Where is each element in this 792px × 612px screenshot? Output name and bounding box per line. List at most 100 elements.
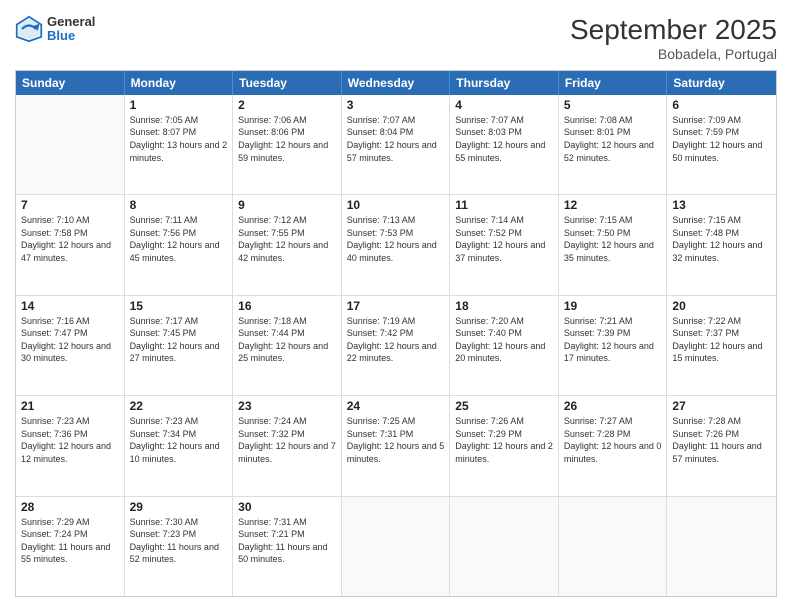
cell-info: Sunrise: 7:08 AMSunset: 8:01 PMDaylight:… [564, 114, 662, 164]
cal-cell-r1-c2: 9 Sunrise: 7:12 AM Sunset: 7:55 PM Daylight… [233, 195, 342, 294]
cell-info: Sunrise: 7:27 AMSunset: 7:28 PMDaylight:… [564, 415, 662, 465]
cal-row-1: 7Sunrise: 7:10 AMSunset: 7:58 PMDaylight… [16, 195, 776, 295]
cell-info: Sunrise: 7:16 AMSunset: 7:47 PMDaylight:… [21, 315, 119, 365]
sunset-text: Sunset: 7:40 PM [455, 328, 522, 338]
sunrise-text: Sunrise: 7:11 AM [130, 215, 198, 225]
day-number: 30 [238, 500, 336, 514]
sunrise-text: Sunrise: 7:23 AM [21, 416, 90, 426]
daylight-text: Daylight: 12 hours and 0 minutes. [564, 441, 662, 464]
cal-cell-r1-c6: 13Sunrise: 7:15 AMSunset: 7:48 PMDayligh… [667, 195, 776, 294]
sunset-text: Sunset: 7:32 PM [238, 429, 305, 439]
cell-info: Sunrise: 7:25 AMSunset: 7:31 PMDaylight:… [347, 415, 445, 465]
cal-cell-r2-c3: 17 Sunrise: 7:19 AMSunset: 7:42 PMDayligh… [342, 296, 451, 395]
cal-row-2: 14 Sunrise: 7:16 AMSunset: 7:47 PMDayligh… [16, 296, 776, 396]
sunset-text: Sunset: 8:04 PM [347, 127, 414, 137]
sunrise-text: Sunrise: 7:06 AM [238, 115, 307, 125]
day-number: 6 [672, 98, 771, 112]
cal-cell-r0-c6: 6 Sunrise: 7:09 AMSunset: 7:59 PMDaylight… [667, 95, 776, 194]
day-number: 18 [455, 299, 553, 313]
title-block: September 2025 Bobadela, Portugal [570, 15, 777, 62]
header-tuesday: Tuesday [233, 71, 342, 95]
day-number: 25 [455, 399, 553, 413]
sunset-text: Sunset: 7:59 PM [672, 127, 739, 137]
calendar-header: Sunday Monday Tuesday Wednesday Thursday… [16, 71, 776, 95]
cal-row-3: 21Sunrise: 7:23 AMSunset: 7:36 PMDayligh… [16, 396, 776, 496]
sunrise-text: Sunrise: 7:12 AM [238, 215, 307, 225]
daylight-text: Daylight: 12 hours and 35 minutes. [564, 240, 654, 263]
sunset-text: Sunset: 8:06 PM [238, 127, 305, 137]
sunset-text: Sunset: 8:07 PM [130, 127, 197, 137]
cal-row-4: 28Sunrise: 7:29 AMSunset: 7:24 PMDayligh… [16, 497, 776, 596]
day-number: 14 [21, 299, 119, 313]
day-number: 3 [347, 98, 445, 112]
daylight-text: Daylight: 12 hours and 45 minutes. [130, 240, 220, 263]
daylight-text: Daylight: 12 hours and 50 minutes. [672, 140, 762, 163]
sunset-text: Sunset: 7:21 PM [238, 529, 305, 539]
daylight-text: Daylight: 11 hours and 52 minutes. [130, 542, 219, 565]
cell-info: Sunrise: 7:15 AMSunset: 7:48 PMDaylight:… [672, 214, 771, 264]
cal-cell-r3-c5: 26Sunrise: 7:27 AMSunset: 7:28 PMDayligh… [559, 396, 668, 495]
daylight-text: Daylight: 12 hours and 47 minutes. [21, 240, 111, 263]
cal-cell-r4-c2: 30Sunrise: 7:31 AMSunset: 7:21 PMDayligh… [233, 497, 342, 596]
sunset-text: Sunset: 7:29 PM [455, 429, 522, 439]
sunrise-text: Sunrise: 7:25 AM [347, 416, 416, 426]
cal-cell-r3-c6: 27Sunrise: 7:28 AMSunset: 7:26 PMDayligh… [667, 396, 776, 495]
sunrise-text: Sunrise: 7:15 AM [672, 215, 741, 225]
cell-info: Sunrise: 7:09 AMSunset: 7:59 PMDaylight:… [672, 114, 771, 164]
cell-info: Sunrise: 7:26 AMSunset: 7:29 PMDaylight:… [455, 415, 553, 465]
cell-info: Sunrise: 7:23 AM Sunset: 7:34 PM Daylight:… [130, 415, 228, 465]
day-number: 8 [130, 198, 228, 212]
sunrise-text: Sunrise: 7:13 AM [347, 215, 416, 225]
sunset-text: Sunset: 7:48 PM [672, 228, 739, 238]
sunrise-text: Sunrise: 7:23 AM [130, 416, 199, 426]
sunrise-text: Sunrise: 7:10 AM [21, 215, 90, 225]
header: General Blue September 2025 Bobadela, Po… [15, 15, 777, 62]
day-number: 1 [130, 98, 228, 112]
daylight-text: Daylight: 12 hours and 20 minutes. [455, 341, 545, 364]
day-number: 9 [238, 198, 336, 212]
sunset-text: Sunset: 8:03 PM [455, 127, 522, 137]
daylight-text: Daylight: 12 hours and 55 minutes. [455, 140, 545, 163]
sunset-text: Sunset: 7:44 PM [238, 328, 305, 338]
cal-cell-r4-c3 [342, 497, 451, 596]
daylight-text: Daylight: 12 hours and 42 minutes. [238, 240, 328, 263]
cell-info: Sunrise: 7:05 AMSunset: 8:07 PMDaylight:… [130, 114, 228, 164]
sunset-text: Sunset: 7:34 PM [130, 429, 197, 439]
cell-info: Sunrise: 7:07 AMSunset: 8:04 PMDaylight:… [347, 114, 445, 164]
logo: General Blue [15, 15, 95, 44]
sunrise-text: Sunrise: 7:07 AM [455, 115, 524, 125]
day-number: 20 [672, 299, 771, 313]
daylight-text: Daylight: 12 hours and 22 minutes. [347, 341, 437, 364]
cell-info: Sunrise: 7:17 AMSunset: 7:45 PMDaylight:… [130, 315, 228, 365]
cell-info: Sunrise: 7:29 AMSunset: 7:24 PMDaylight:… [21, 516, 119, 566]
sunrise-text: Sunrise: 7:31 AM [238, 517, 307, 527]
day-number: 23 [238, 399, 336, 413]
daylight-text: Daylight: 12 hours and 15 minutes. [672, 341, 762, 364]
sunset-text: Sunset: 7:55 PM [238, 228, 305, 238]
cal-cell-r1-c4: 11Sunrise: 7:14 AMSunset: 7:52 PMDayligh… [450, 195, 559, 294]
cell-info: Sunrise: 7:07 AM Sunset: 8:03 PM Daylight:… [455, 114, 553, 164]
day-number: 21 [21, 399, 119, 413]
daylight-text: Daylight: 12 hours and 10 minutes. [130, 441, 220, 464]
cal-row-0: 1 Sunrise: 7:05 AMSunset: 8:07 PMDaylight… [16, 95, 776, 195]
header-monday: Monday [125, 71, 234, 95]
cal-cell-r2-c4: 18Sunrise: 7:20 AMSunset: 7:40 PMDayligh… [450, 296, 559, 395]
daylight-text: Daylight: 12 hours and 37 minutes. [455, 240, 545, 263]
sunrise-text: Sunrise: 7:22 AM [672, 316, 741, 326]
day-number: 17 [347, 299, 445, 313]
day-number: 7 [21, 198, 119, 212]
cal-cell-r4-c6 [667, 497, 776, 596]
daylight-text: Daylight: 12 hours and 27 minutes. [130, 341, 220, 364]
sunset-text: Sunset: 7:50 PM [564, 228, 631, 238]
sunset-text: Sunset: 7:42 PM [347, 328, 414, 338]
sunrise-text: Sunrise: 7:07 AM [347, 115, 416, 125]
day-number: 5 [564, 98, 662, 112]
cal-cell-r2-c1: 15Sunrise: 7:17 AMSunset: 7:45 PMDayligh… [125, 296, 234, 395]
sunrise-text: Sunrise: 7:16 AM [21, 316, 90, 326]
daylight-text: Daylight: 12 hours and 59 minutes. [238, 140, 328, 163]
cal-cell-r2-c5: 19Sunrise: 7:21 AMSunset: 7:39 PMDayligh… [559, 296, 668, 395]
logo-line1: General [47, 15, 95, 29]
cell-info: Sunrise: 7:19 AMSunset: 7:42 PMDaylight:… [347, 315, 445, 365]
cal-cell-r2-c2: 16Sunrise: 7:18 AMSunset: 7:44 PMDayligh… [233, 296, 342, 395]
sunrise-text: Sunrise: 7:08 AM [564, 115, 633, 125]
